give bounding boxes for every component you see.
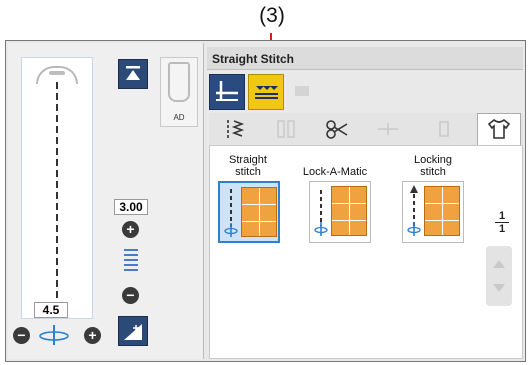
scissors-icon: [326, 120, 348, 139]
disabled-mode-button: [287, 74, 323, 110]
stitch-label-lock-a-matic: Lock-A-Matic: [296, 154, 374, 178]
stitch-length-value: 3.00: [114, 199, 148, 215]
tab-garment[interactable]: [477, 113, 521, 145]
stitch-width-minus-button[interactable]: −: [13, 327, 30, 344]
stitch-label-locking: Locking stitch: [400, 154, 466, 178]
stitch-grid-icon: [331, 186, 367, 236]
needle-up-icon: [126, 66, 140, 80]
stitch-label-straight: Straight stitch: [215, 154, 281, 178]
needle-up-down-button[interactable]: [118, 59, 148, 89]
zigzag-stitch-icon: [227, 120, 245, 138]
buttonhole-icon: [277, 120, 295, 138]
stitch-grid-icon: [241, 187, 277, 237]
utility-stitch-icon: [216, 81, 238, 101]
stitch-preview-line: [56, 82, 58, 310]
needle-position-icon: [407, 222, 421, 236]
presser-foot-label: AD: [173, 113, 185, 122]
stitch-label-line2: stitch: [235, 166, 261, 178]
presser-foot-icon: [168, 62, 190, 102]
stitch-label-line1: Locking: [414, 154, 452, 166]
page-current: 1: [498, 210, 506, 222]
page-indicator: 1 1: [493, 211, 511, 235]
page-scroll-control[interactable]: [486, 246, 512, 306]
stitch-tile-locking[interactable]: [402, 181, 464, 243]
page-divider: [495, 222, 509, 223]
stitch-width-icon: [39, 325, 69, 345]
page-total: 1: [498, 223, 506, 235]
lock-stitch-line: [320, 190, 322, 226]
stitch-label-line2: stitch: [420, 166, 446, 178]
scroll-arrows-icon: [493, 260, 505, 292]
needle-position-icon: [224, 223, 238, 237]
tab-quilting[interactable]: [364, 115, 412, 143]
quilt-stitch-icon: [378, 123, 398, 135]
stitch-adjust-button[interactable]: [118, 316, 148, 346]
callout-label: (3): [259, 4, 285, 27]
tab-buttonhole[interactable]: [262, 115, 310, 143]
tab-decorative[interactable]: [313, 115, 361, 143]
stitch-length-minus-button[interactable]: −: [122, 287, 139, 304]
tension-slope-icon: [124, 324, 142, 340]
stitch-width-value: 4.5: [34, 302, 68, 318]
stitch-width-plus-button[interactable]: +: [84, 327, 101, 344]
stitch-list-mode-button[interactable]: [248, 74, 284, 110]
stitch-label-line1: Straight: [229, 154, 267, 166]
shirt-icon: [487, 118, 511, 139]
disabled-mode-icon: [295, 86, 309, 96]
stitch-tile-lock-a-matic[interactable]: [309, 181, 371, 243]
stitch-tile-straight[interactable]: [218, 181, 280, 243]
tab-heirloom[interactable]: [420, 115, 468, 143]
needle-position-icon: [314, 222, 328, 236]
utility-stitch-mode-button[interactable]: [209, 74, 245, 110]
tab-utility-stitches[interactable]: [211, 115, 259, 143]
locking-start-icon: [410, 185, 418, 193]
straight-stitch-line: [230, 189, 232, 227]
stitch-length-plus-button[interactable]: +: [122, 221, 139, 238]
stitch-grid-icon: [424, 186, 460, 236]
stitch-list-icon: [255, 86, 278, 99]
stitch-label-line1: Lock-A-Matic: [302, 166, 368, 178]
presser-foot-bar-icon: [49, 71, 65, 75]
heirloom-stitch-icon: [439, 121, 449, 137]
stitch-length-icon: [124, 249, 138, 273]
page-title: Straight Stitch: [212, 52, 295, 66]
